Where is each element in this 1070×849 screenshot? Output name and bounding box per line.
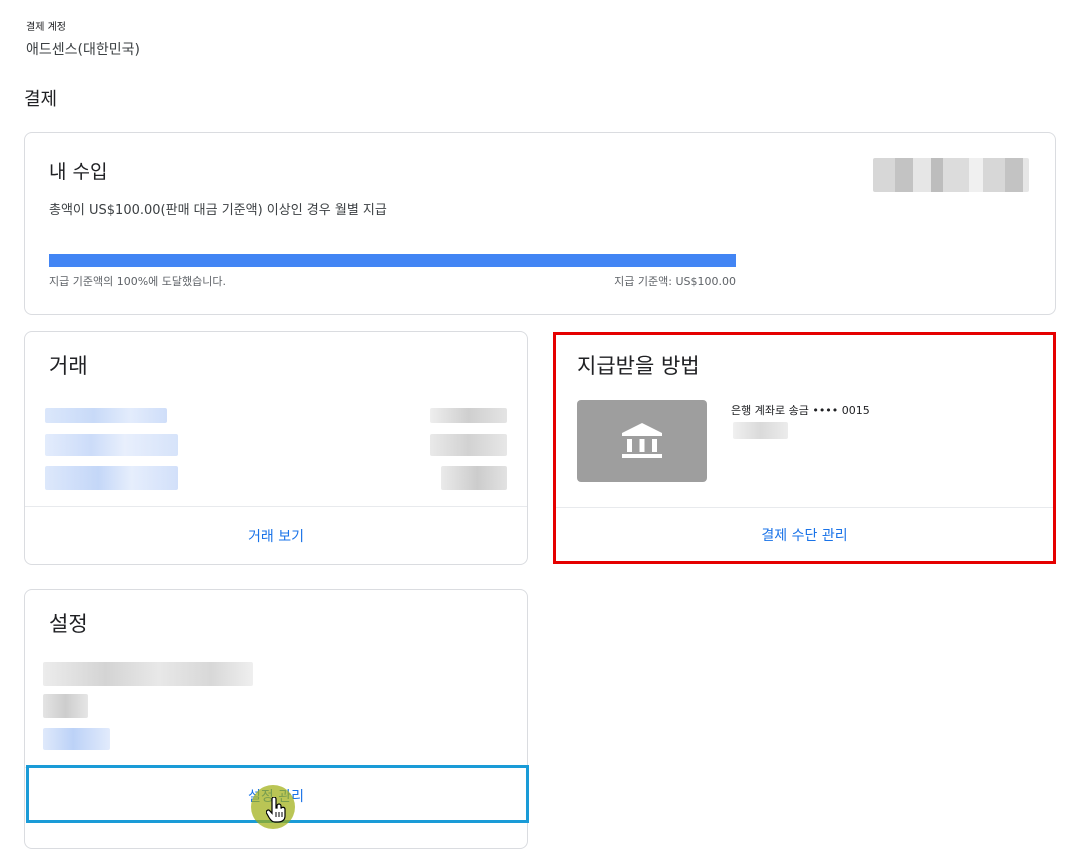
bank-icon bbox=[622, 423, 662, 458]
progress-fill bbox=[49, 254, 736, 267]
bank-detail-redacted bbox=[733, 422, 788, 439]
settings-row-redacted bbox=[43, 694, 88, 718]
bank-tile bbox=[577, 400, 707, 482]
payment-method-title: 지급받을 방법 bbox=[577, 354, 700, 378]
transactions-title: 거래 bbox=[49, 354, 88, 378]
transaction-row-redacted bbox=[45, 408, 167, 423]
payment-threshold-text: 지급 기준액: US$100.00 bbox=[614, 275, 736, 288]
hand-pointer-icon bbox=[266, 797, 286, 823]
billing-account-name[interactable]: 애드센스(대한민국) bbox=[26, 39, 140, 59]
earnings-description: 총액이 US$100.00(판매 대금 기준액) 이상인 경우 월별 지급 bbox=[49, 203, 387, 218]
transaction-row-redacted bbox=[45, 466, 178, 490]
earnings-title: 내 수입 bbox=[49, 161, 108, 183]
bank-account-label: 은행 계좌로 송금 •••• 0015 bbox=[731, 404, 870, 417]
transaction-amount-redacted bbox=[441, 466, 507, 490]
transaction-amount-redacted bbox=[430, 408, 507, 423]
page-title: 결제 bbox=[24, 89, 58, 110]
view-transactions-link[interactable]: 거래 보기 bbox=[25, 506, 527, 564]
billing-account-label: 결제 계정 bbox=[26, 22, 66, 33]
manage-payment-methods-link[interactable]: 결제 수단 관리 bbox=[555, 507, 1054, 562]
settings-row-redacted bbox=[43, 728, 110, 750]
progress-status-text: 지급 기준액의 100%에 도달했습니다. bbox=[49, 275, 226, 288]
earnings-amount-redacted bbox=[873, 158, 1029, 192]
settings-row-redacted bbox=[43, 662, 253, 686]
transactions-card: 거래 거래 보기 bbox=[24, 331, 528, 565]
transaction-row-redacted bbox=[45, 434, 178, 456]
payment-threshold-progress bbox=[49, 254, 736, 267]
payment-method-card: 지급받을 방법 은행 계좌로 송금 •••• 0015 결제 수단 관리 bbox=[555, 334, 1054, 562]
transaction-amount-redacted bbox=[430, 434, 507, 456]
earnings-card: 내 수입 총액이 US$100.00(판매 대금 기준액) 이상인 경우 월별 … bbox=[24, 132, 1056, 315]
settings-title: 설정 bbox=[49, 612, 88, 636]
